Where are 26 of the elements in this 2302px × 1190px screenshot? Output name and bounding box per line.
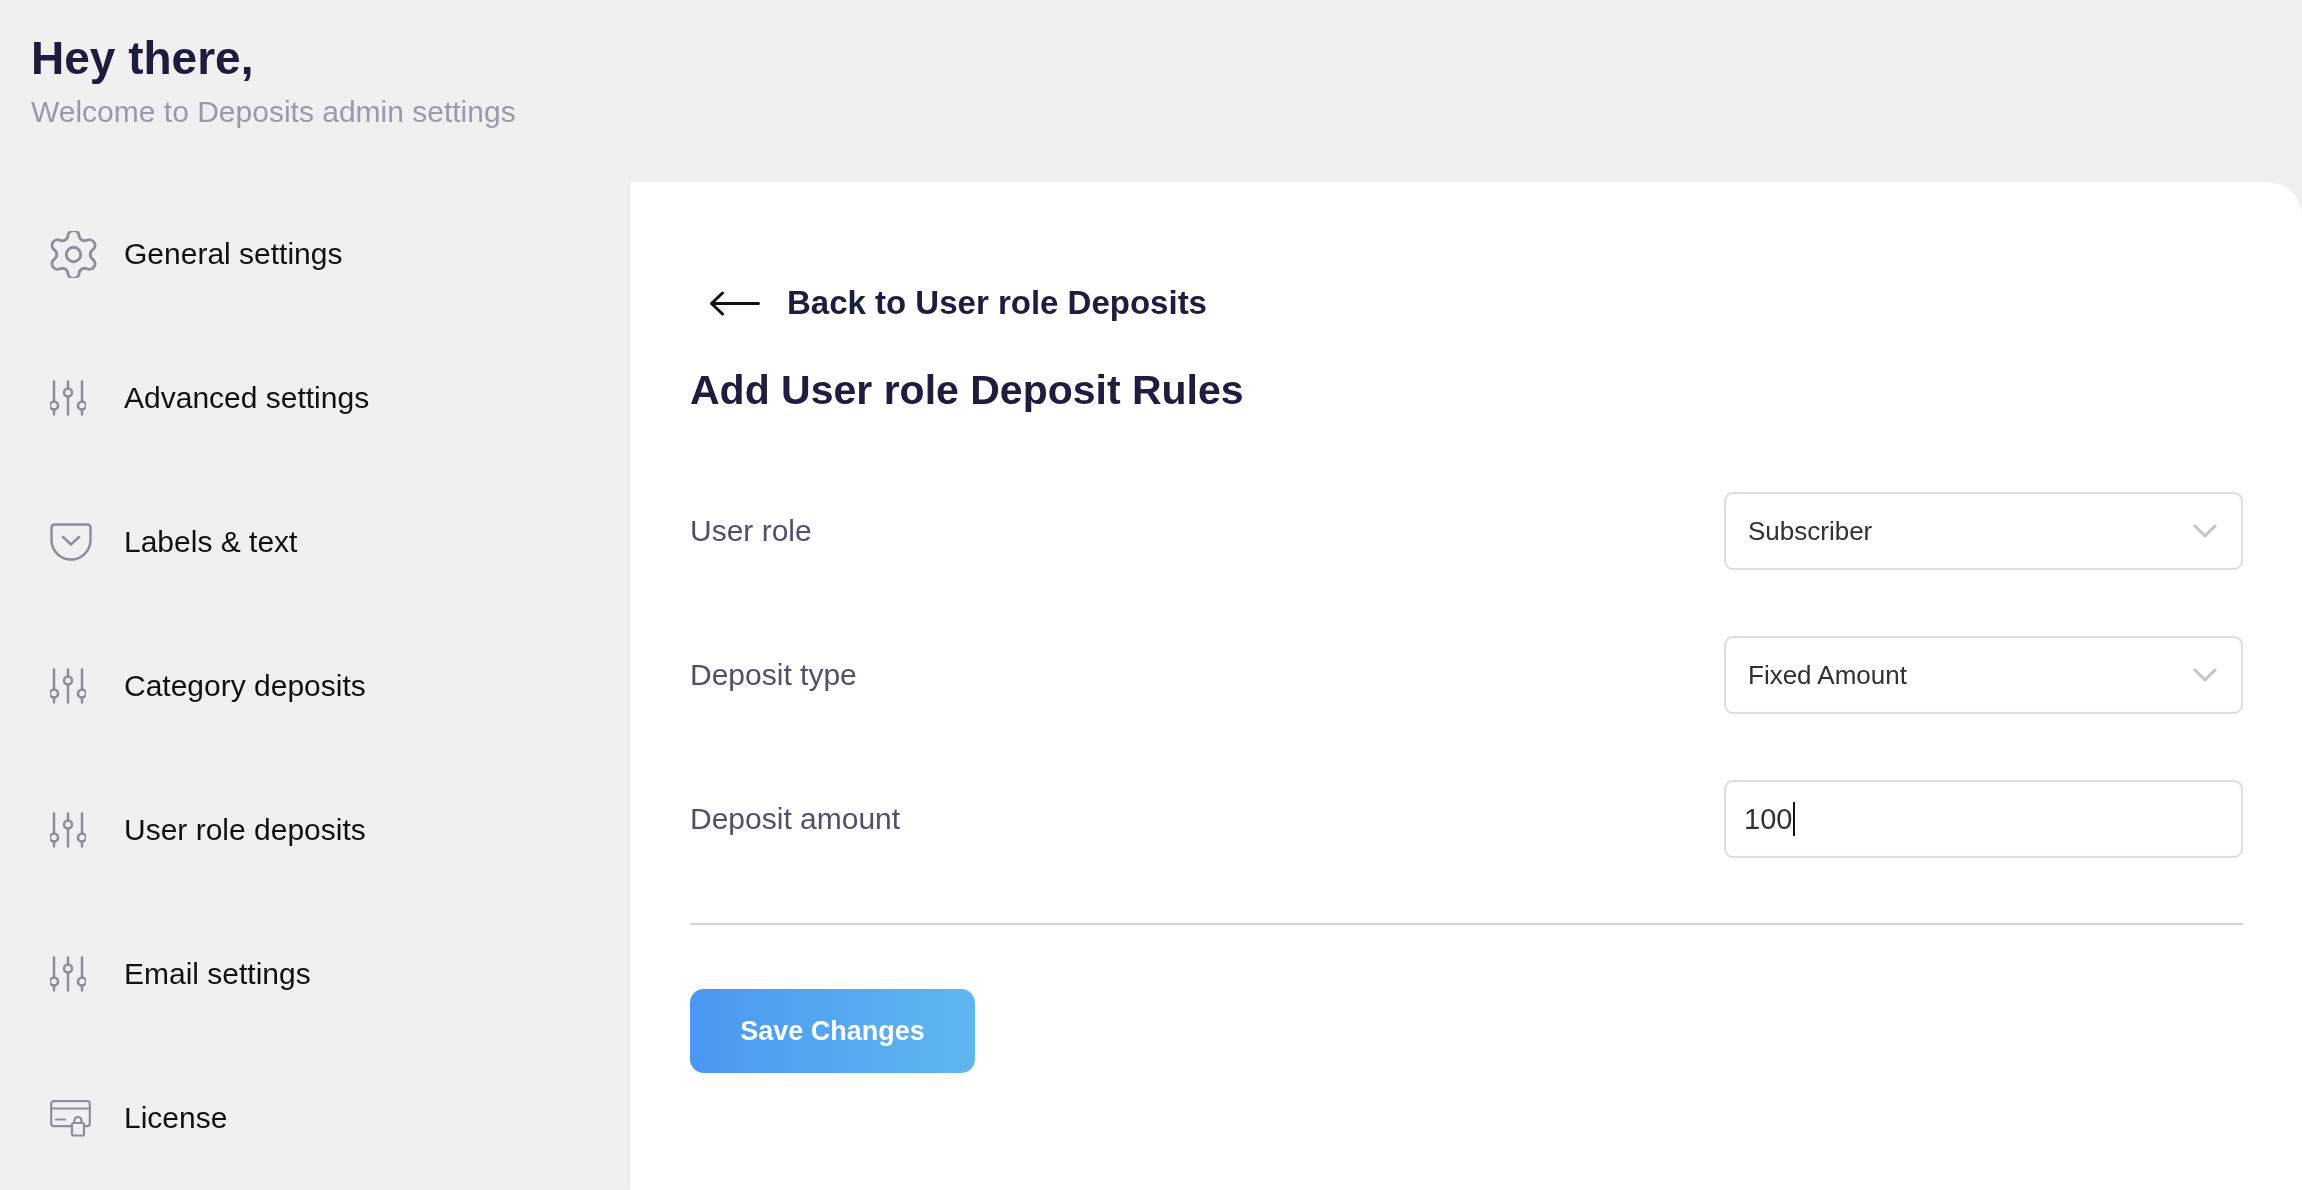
card-lock-icon	[50, 1099, 91, 1137]
chevron-down-icon	[2193, 668, 2217, 682]
dropdown[interactable]: Subscriber	[1724, 492, 2243, 570]
page-heading: Add User role Deposit Rules	[690, 366, 1244, 415]
welcome-subtitle: Welcome to Deposits admin settings	[31, 97, 516, 127]
sliders-icon	[50, 812, 86, 848]
sidebar-item[interactable]: License	[50, 1046, 228, 1190]
field-label: Deposit type	[690, 658, 857, 692]
back-link[interactable]: Back to User role Deposits	[690, 278, 1207, 328]
sidebar-item[interactable]: Email settings	[50, 902, 311, 1046]
field-label: Deposit amount	[690, 802, 901, 836]
dropdown[interactable]: Fixed Amount	[1724, 636, 2243, 714]
arrow-left-icon	[709, 290, 760, 316]
sliders-icon	[50, 668, 86, 704]
field-label: User role	[690, 514, 812, 548]
chevron-down-icon	[2193, 524, 2217, 538]
pocket-icon	[50, 523, 92, 561]
sidebar-item[interactable]: Labels & text	[50, 470, 298, 614]
sidebar-item[interactable]: Category deposits	[50, 614, 366, 758]
sliders-icon	[50, 956, 86, 992]
sliders-icon	[50, 380, 86, 416]
settings-icon	[50, 230, 97, 278]
sidebar-item[interactable]: General settings	[50, 182, 343, 326]
sidebar-item[interactable]: Advanced settings	[50, 326, 370, 470]
sidebar-item[interactable]: User role deposits	[50, 758, 366, 902]
text-input[interactable]: 100	[1724, 780, 2243, 858]
